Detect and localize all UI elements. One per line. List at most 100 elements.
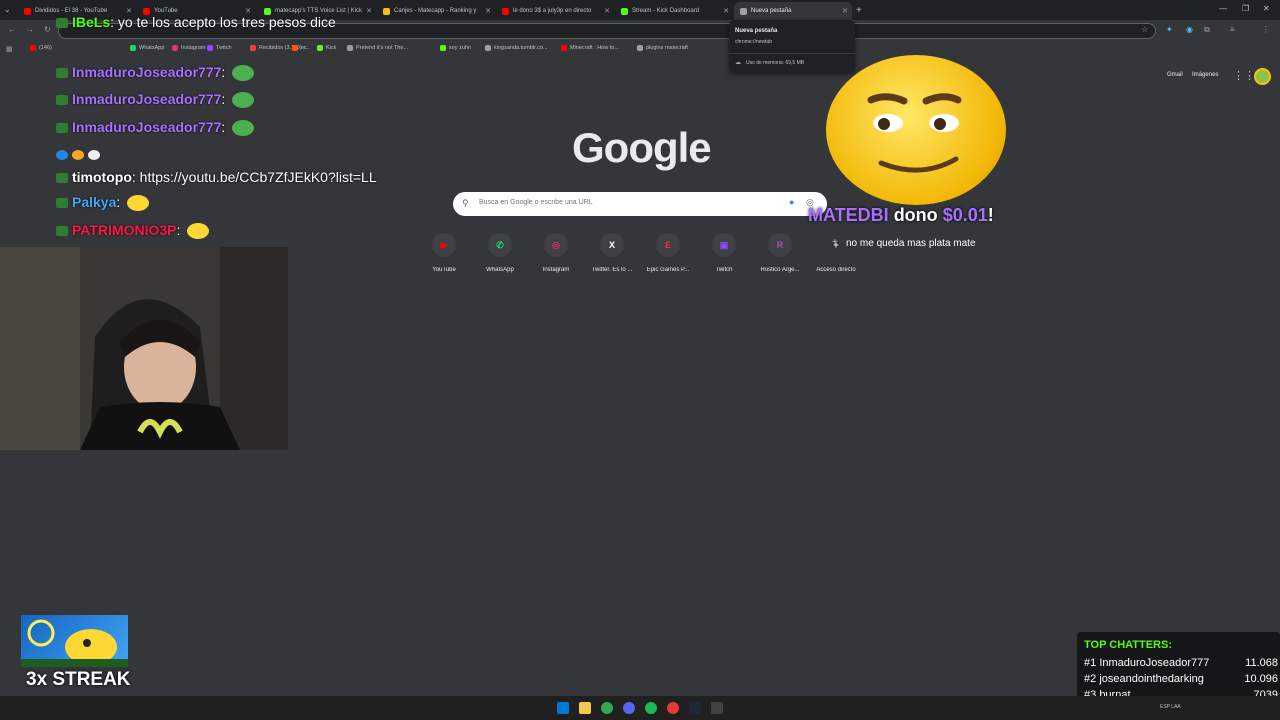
- bookmark-item[interactable]: WhatsApp: [130, 45, 164, 51]
- obs-icon[interactable]: [711, 702, 723, 714]
- bookmark-favicon-icon: [250, 45, 256, 51]
- bookmark-favicon-icon: [637, 45, 643, 51]
- menu-icon[interactable]: ⋮: [1262, 25, 1270, 34]
- back-icon[interactable]: ←: [8, 25, 16, 34]
- bookmark-favicon-icon: [207, 45, 213, 51]
- extensions-puzzle-icon[interactable]: ⧉: [1204, 25, 1210, 35]
- chat-badge-icon: [56, 123, 68, 134]
- bookmark-item[interactable]: Instagram: [172, 45, 205, 51]
- chat-username: Palkya: [72, 194, 117, 210]
- apps-icon[interactable]: ▦: [6, 45, 13, 53]
- app-icon[interactable]: [667, 702, 679, 714]
- browser-tab[interactable]: Canjes - Matecapp - Ranking y ✕: [377, 2, 495, 20]
- spotify-icon[interactable]: [645, 702, 657, 714]
- chat-emote-icon: [232, 120, 255, 137]
- tab-title: Stream - Kick Dashboard: [632, 8, 700, 14]
- chatter-rank-name: #1 InmaduroJoseador777: [1084, 657, 1209, 669]
- close-tab-icon[interactable]: ✕: [842, 7, 848, 15]
- hover-card-url: chrome://newtab: [735, 39, 772, 45]
- shortcut-label: Instagram: [542, 267, 570, 273]
- bookmark-favicon-icon: [30, 45, 36, 51]
- bookmark-item[interactable]: Twitch: [207, 45, 232, 51]
- reload-icon[interactable]: ↻: [44, 25, 51, 34]
- close-tab-icon[interactable]: ✕: [723, 7, 729, 15]
- browser-tab[interactable]: le dono 3$ a july3p en directo ✕: [496, 2, 614, 20]
- shortcut-tile[interactable]: ▶ YouTube: [416, 233, 472, 273]
- browser-tab[interactable]: Stream - Kick Dashboard ✕: [615, 2, 733, 20]
- shortcut-tile[interactable]: E Epic Games P...: [640, 233, 696, 273]
- bookmark-item[interactable]: sc: [292, 45, 307, 51]
- bookmark-item[interactable]: plugins matecraft: [637, 45, 688, 51]
- chatter-rank: #2: [1084, 673, 1097, 685]
- close-tab-icon[interactable]: ✕: [366, 7, 372, 15]
- forward-icon[interactable]: →: [26, 25, 34, 34]
- shortcut-tile[interactable]: R Rustico Arge...: [752, 233, 808, 273]
- search-icon: ⚲: [462, 198, 469, 208]
- shortcut-label: Rustico Arge...: [760, 267, 800, 273]
- chat-message: InmaduroJoseador777:: [56, 119, 255, 137]
- chat-text: yo te los acepto los tres pesos dice: [117, 14, 336, 30]
- plus-icon: +: [832, 237, 838, 248]
- close-tab-icon[interactable]: ✕: [485, 7, 491, 15]
- chat-badge-icon: [72, 150, 84, 161]
- windows-start-icon[interactable]: [557, 702, 569, 714]
- chat-separator: :: [221, 64, 230, 80]
- close-window-icon[interactable]: ✕: [1263, 4, 1270, 13]
- avatar[interactable]: [1254, 68, 1271, 85]
- shortcut-tile[interactable]: ▣ Twitch: [696, 233, 752, 273]
- chat-message: [56, 146, 104, 162]
- chat-message: Palkya:: [56, 194, 150, 212]
- tab-title: le dono 3$ a july3p en directo: [513, 8, 592, 14]
- discord-icon[interactable]: [623, 702, 635, 714]
- shortcut-label: Twitter. Es lo ...: [591, 267, 633, 273]
- chat-badge-icon: [56, 226, 68, 237]
- bookmark-star-icon[interactable]: ☆: [1141, 25, 1148, 34]
- bookmark-label: Instagram: [181, 45, 206, 51]
- shortcut-tile[interactable]: X Twitter. Es lo ...: [584, 233, 640, 273]
- tab-search-icon[interactable]: ⌄: [4, 5, 11, 14]
- bookmark-item[interactable]: Kick: [317, 45, 336, 51]
- bookmark-label: Kick: [326, 45, 337, 51]
- bookmark-item[interactable]: kingsanda.tumblr.co...: [485, 45, 548, 51]
- top-chatter-row: #1 InmaduroJoseador777 11.068: [1084, 657, 1278, 669]
- tab-title: Canjes - Matecapp - Ranking y: [394, 8, 477, 14]
- bookmark-label: Twitch: [216, 45, 232, 51]
- bookmark-item[interactable]: (146): [30, 45, 52, 51]
- browser-tab[interactable]: Nueva pestaña ✕: [734, 2, 852, 20]
- tray-language[interactable]: ESP LAA: [1160, 704, 1181, 710]
- chrome-icon[interactable]: [601, 702, 613, 714]
- tab-favicon-icon: [740, 7, 747, 15]
- close-tab-icon[interactable]: ✕: [604, 7, 610, 15]
- shortcut-tile[interactable]: ✆ WhatsApp: [472, 233, 528, 273]
- shortcut-tile[interactable]: ◎ Instagram: [528, 233, 584, 273]
- extension-icon[interactable]: ✦: [1166, 25, 1173, 34]
- bookmark-favicon-icon: [172, 45, 178, 51]
- donation-message: no me queda mas plata mate: [846, 238, 976, 249]
- steam-icon[interactable]: [689, 702, 701, 714]
- gmail-link[interactable]: Gmail: [1167, 72, 1183, 78]
- bookmark-item[interactable]: Pretend it's not The...: [347, 45, 408, 51]
- bookmark-favicon-icon: [440, 45, 446, 51]
- extension-icon[interactable]: ◉: [1186, 25, 1193, 34]
- side-panel-icon[interactable]: ≡: [1230, 25, 1235, 34]
- chat-emote-icon: [232, 92, 255, 109]
- shortcut-label: Epic Games P...: [646, 267, 690, 273]
- new-tab-button[interactable]: +: [856, 5, 862, 16]
- chat-username: timotopo: [72, 169, 132, 185]
- maximize-icon[interactable]: ❐: [1242, 4, 1249, 13]
- shortcut-icon: ▶: [432, 233, 456, 257]
- shortcut-icon: ▣: [712, 233, 736, 257]
- chat-badge-icon: [56, 68, 68, 79]
- tab-favicon-icon: [383, 7, 390, 15]
- bookmark-label: (146): [39, 45, 52, 51]
- chatter-name: joseandointhedarking: [1099, 673, 1204, 685]
- file-explorer-icon[interactable]: [579, 702, 591, 714]
- microphone-icon[interactable]: ●: [789, 197, 794, 207]
- minimize-icon[interactable]: —: [1219, 4, 1227, 13]
- chat-separator: :: [221, 91, 230, 107]
- chat-message: InmaduroJoseador777:: [56, 91, 255, 109]
- bookmark-item[interactable]: Minecraft : How to...: [561, 45, 619, 51]
- bookmark-item[interactable]: soy zuhn: [440, 45, 471, 51]
- images-link[interactable]: Imágenes: [1192, 72, 1218, 78]
- chat-badge-icon: [56, 150, 68, 161]
